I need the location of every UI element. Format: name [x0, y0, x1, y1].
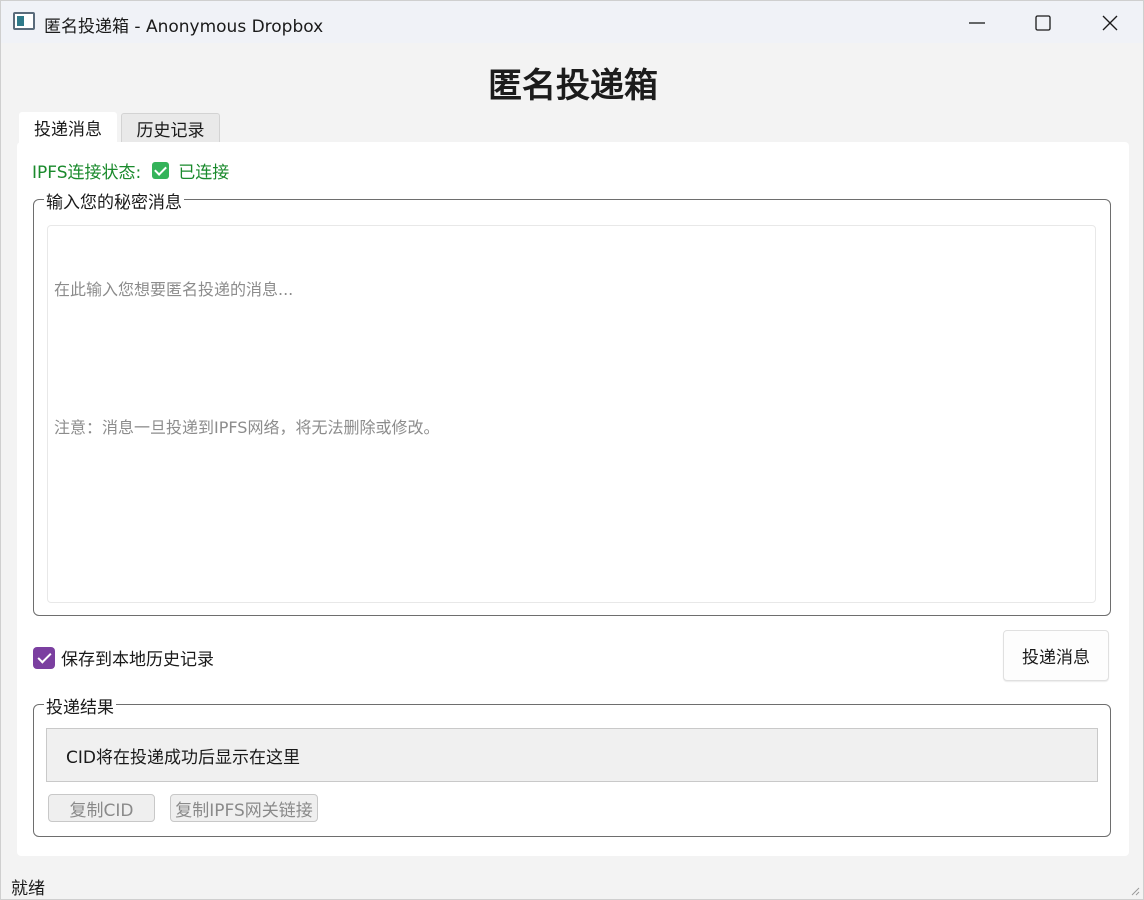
app-window-icon: [13, 12, 35, 30]
ipfs-status-label: IPFS连接状态:: [32, 163, 142, 183]
status-bar-text: 就绪: [11, 879, 45, 899]
resize-grip-icon[interactable]: [1130, 886, 1140, 896]
minimize-button[interactable]: [943, 1, 1011, 43]
page-title: 匿名投递箱: [488, 66, 658, 106]
copy-gateway-link-button[interactable]: 复制IPFS网关链接: [170, 794, 318, 822]
title-bar[interactable]: 匿名投递箱 - Anonymous Dropbox: [1, 1, 1143, 43]
save-history-label: 保存到本地历史记录: [61, 650, 214, 670]
message-placeholder-line1: 在此输入您想要匿名投递的消息...: [54, 280, 294, 299]
check-icon: [152, 162, 170, 179]
submit-message-button[interactable]: 投递消息: [1003, 630, 1109, 681]
close-button[interactable]: [1076, 1, 1144, 43]
save-history-option[interactable]: 保存到本地历史记录: [33, 645, 214, 670]
message-input[interactable]: 在此输入您想要匿名投递的消息... 注意：消息一旦投递到IPFS网络，将无法删除…: [47, 225, 1096, 603]
message-placeholder-line2: 注意：消息一旦投递到IPFS网络，将无法删除或修改。: [54, 418, 440, 437]
app-window: 匿名投递箱 - Anonymous Dropbox 匿名投递箱 投递消息 历史记…: [0, 0, 1144, 900]
cid-display: CID将在投递成功后显示在这里: [46, 728, 1098, 782]
maximize-icon: [1035, 15, 1051, 31]
minimize-icon: [969, 22, 985, 24]
save-history-checkbox[interactable]: [33, 646, 55, 669]
maximize-button[interactable]: [1009, 1, 1077, 43]
close-icon: [1102, 15, 1118, 31]
tab-submit-message[interactable]: 投递消息: [19, 112, 117, 143]
ipfs-status-value: 已连接: [178, 163, 230, 183]
ipfs-status: IPFS连接状态: 已连接: [32, 158, 229, 183]
result-group-label: 投递结果: [44, 693, 116, 718]
copy-cid-button[interactable]: 复制CID: [48, 794, 155, 822]
tab-history[interactable]: 历史记录: [121, 113, 220, 142]
message-group-label: 输入您的秘密消息: [44, 188, 184, 213]
window-title: 匿名投递箱 - Anonymous Dropbox: [44, 17, 324, 37]
